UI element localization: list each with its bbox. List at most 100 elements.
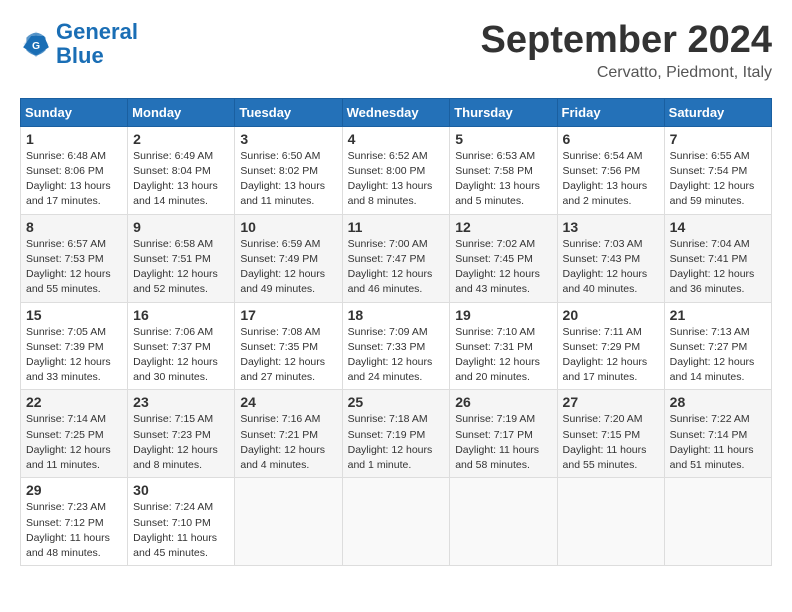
calendar-cell: [235, 478, 342, 566]
day-info: Sunrise: 7:08 AM Sunset: 7:35 PM Dayligh…: [240, 325, 336, 386]
day-number: 7: [670, 131, 766, 147]
day-info: Sunrise: 6:49 AM Sunset: 8:04 PM Dayligh…: [133, 149, 229, 210]
day-number: 14: [670, 219, 766, 235]
day-number: 11: [348, 219, 445, 235]
calendar-week-3: 15 Sunrise: 7:05 AM Sunset: 7:39 PM Dayli…: [21, 302, 772, 390]
calendar-cell: 17 Sunrise: 7:08 AM Sunset: 7:35 PM Dayli…: [235, 302, 342, 390]
day-number: 25: [348, 394, 445, 410]
day-info: Sunrise: 6:59 AM Sunset: 7:49 PM Dayligh…: [240, 237, 336, 298]
header-row: SundayMondayTuesdayWednesdayThursdayFrid…: [21, 98, 772, 126]
calendar-cell: 11 Sunrise: 7:00 AM Sunset: 7:47 PM Dayli…: [342, 214, 450, 302]
day-number: 24: [240, 394, 336, 410]
col-header-saturday: Saturday: [664, 98, 771, 126]
day-info: Sunrise: 7:09 AM Sunset: 7:33 PM Dayligh…: [348, 325, 445, 386]
col-header-thursday: Thursday: [450, 98, 557, 126]
day-info: Sunrise: 7:04 AM Sunset: 7:41 PM Dayligh…: [670, 237, 766, 298]
calendar-cell: 8 Sunrise: 6:57 AM Sunset: 7:53 PM Daylig…: [21, 214, 128, 302]
day-number: 2: [133, 131, 229, 147]
title-block: September 2024 Cervatto, Piedmont, Italy: [481, 20, 773, 82]
day-number: 21: [670, 307, 766, 323]
calendar-cell: 29 Sunrise: 7:23 AM Sunset: 7:12 PM Dayli…: [21, 478, 128, 566]
day-info: Sunrise: 7:14 AM Sunset: 7:25 PM Dayligh…: [26, 412, 122, 473]
day-info: Sunrise: 7:06 AM Sunset: 7:37 PM Dayligh…: [133, 325, 229, 386]
day-number: 15: [26, 307, 122, 323]
svg-text:G: G: [32, 41, 40, 52]
calendar-cell: 3Sunrise: 6:50 AM Sunset: 8:02 PM Daylig…: [235, 126, 342, 214]
calendar-cell: 2 Sunrise: 6:49 AM Sunset: 8:04 PM Daylig…: [128, 126, 235, 214]
calendar-cell: 23 Sunrise: 7:15 AM Sunset: 7:23 PM Dayli…: [128, 390, 235, 478]
calendar-cell: 30Sunrise: 7:24 AM Sunset: 7:10 PM Dayli…: [128, 478, 235, 566]
calendar-cell: 14 Sunrise: 7:04 AM Sunset: 7:41 PM Dayli…: [664, 214, 771, 302]
day-info: Sunrise: 7:11 AM Sunset: 7:29 PM Dayligh…: [563, 325, 659, 386]
calendar-cell: 7 Sunrise: 6:55 AM Sunset: 7:54 PM Daylig…: [664, 126, 771, 214]
calendar-cell: 19 Sunrise: 7:10 AM Sunset: 7:31 PM Dayli…: [450, 302, 557, 390]
calendar-cell: 13Sunrise: 7:03 AM Sunset: 7:43 PM Dayli…: [557, 214, 664, 302]
day-number: 12: [455, 219, 551, 235]
calendar-cell: [664, 478, 771, 566]
col-header-friday: Friday: [557, 98, 664, 126]
location: Cervatto, Piedmont, Italy: [481, 64, 773, 82]
day-number: 1: [26, 131, 122, 147]
day-info: Sunrise: 7:22 AM Sunset: 7:14 PM Dayligh…: [670, 412, 766, 473]
logo-line2: Blue: [56, 43, 104, 68]
day-number: 23: [133, 394, 229, 410]
calendar-week-1: 1Sunrise: 6:48 AM Sunset: 8:06 PM Daylig…: [21, 126, 772, 214]
day-info: Sunrise: 7:02 AM Sunset: 7:45 PM Dayligh…: [455, 237, 551, 298]
day-number: 18: [348, 307, 445, 323]
calendar-week-4: 22Sunrise: 7:14 AM Sunset: 7:25 PM Dayli…: [21, 390, 772, 478]
calendar-cell: 18 Sunrise: 7:09 AM Sunset: 7:33 PM Dayli…: [342, 302, 450, 390]
day-info: Sunrise: 6:54 AM Sunset: 7:56 PM Dayligh…: [563, 149, 659, 210]
calendar-cell: 26Sunrise: 7:19 AM Sunset: 7:17 PM Dayli…: [450, 390, 557, 478]
calendar-cell: 24Sunrise: 7:16 AM Sunset: 7:21 PM Dayli…: [235, 390, 342, 478]
day-info: Sunrise: 7:13 AM Sunset: 7:27 PM Dayligh…: [670, 325, 766, 386]
day-info: Sunrise: 6:52 AM Sunset: 8:00 PM Dayligh…: [348, 149, 445, 210]
day-info: Sunrise: 6:55 AM Sunset: 7:54 PM Dayligh…: [670, 149, 766, 210]
day-number: 19: [455, 307, 551, 323]
day-number: 29: [26, 482, 122, 498]
calendar-cell: 28 Sunrise: 7:22 AM Sunset: 7:14 PM Dayli…: [664, 390, 771, 478]
day-info: Sunrise: 6:57 AM Sunset: 7:53 PM Dayligh…: [26, 237, 122, 298]
day-info: Sunrise: 7:10 AM Sunset: 7:31 PM Dayligh…: [455, 325, 551, 386]
day-info: Sunrise: 7:20 AM Sunset: 7:15 PM Dayligh…: [563, 412, 659, 473]
calendar-cell: [450, 478, 557, 566]
col-header-tuesday: Tuesday: [235, 98, 342, 126]
day-number: 28: [670, 394, 766, 410]
calendar-cell: 15 Sunrise: 7:05 AM Sunset: 7:39 PM Dayli…: [21, 302, 128, 390]
day-info: Sunrise: 7:19 AM Sunset: 7:17 PM Dayligh…: [455, 412, 551, 473]
calendar-cell: 1Sunrise: 6:48 AM Sunset: 8:06 PM Daylig…: [21, 126, 128, 214]
calendar-cell: 27 Sunrise: 7:20 AM Sunset: 7:15 PM Dayli…: [557, 390, 664, 478]
day-info: Sunrise: 7:23 AM Sunset: 7:12 PM Dayligh…: [26, 500, 122, 561]
logo-text: General Blue: [56, 20, 138, 68]
day-number: 9: [133, 219, 229, 235]
day-number: 8: [26, 219, 122, 235]
day-number: 27: [563, 394, 659, 410]
calendar-cell: 25 Sunrise: 7:18 AM Sunset: 7:19 PM Dayli…: [342, 390, 450, 478]
calendar-cell: [557, 478, 664, 566]
logo: G General Blue: [20, 20, 138, 68]
calendar-cell: 16 Sunrise: 7:06 AM Sunset: 7:37 PM Dayli…: [128, 302, 235, 390]
calendar-cell: [342, 478, 450, 566]
calendar-cell: 12 Sunrise: 7:02 AM Sunset: 7:45 PM Dayli…: [450, 214, 557, 302]
day-info: Sunrise: 6:53 AM Sunset: 7:58 PM Dayligh…: [455, 149, 551, 210]
col-header-monday: Monday: [128, 98, 235, 126]
calendar-cell: 21 Sunrise: 7:13 AM Sunset: 7:27 PM Dayli…: [664, 302, 771, 390]
day-number: 10: [240, 219, 336, 235]
calendar-table: SundayMondayTuesdayWednesdayThursdayFrid…: [20, 98, 772, 566]
day-info: Sunrise: 6:58 AM Sunset: 7:51 PM Dayligh…: [133, 237, 229, 298]
day-number: 16: [133, 307, 229, 323]
day-number: 5: [455, 131, 551, 147]
logo-line1: General: [56, 19, 138, 44]
day-info: Sunrise: 7:15 AM Sunset: 7:23 PM Dayligh…: [133, 412, 229, 473]
day-info: Sunrise: 7:18 AM Sunset: 7:19 PM Dayligh…: [348, 412, 445, 473]
day-number: 17: [240, 307, 336, 323]
day-number: 6: [563, 131, 659, 147]
day-info: Sunrise: 7:05 AM Sunset: 7:39 PM Dayligh…: [26, 325, 122, 386]
day-number: 20: [563, 307, 659, 323]
month-title: September 2024: [481, 20, 773, 62]
day-number: 30: [133, 482, 229, 498]
calendar-cell: 22Sunrise: 7:14 AM Sunset: 7:25 PM Dayli…: [21, 390, 128, 478]
day-number: 4: [348, 131, 445, 147]
day-info: Sunrise: 6:50 AM Sunset: 8:02 PM Dayligh…: [240, 149, 336, 210]
day-info: Sunrise: 7:00 AM Sunset: 7:47 PM Dayligh…: [348, 237, 445, 298]
calendar-week-2: 8 Sunrise: 6:57 AM Sunset: 7:53 PM Daylig…: [21, 214, 772, 302]
